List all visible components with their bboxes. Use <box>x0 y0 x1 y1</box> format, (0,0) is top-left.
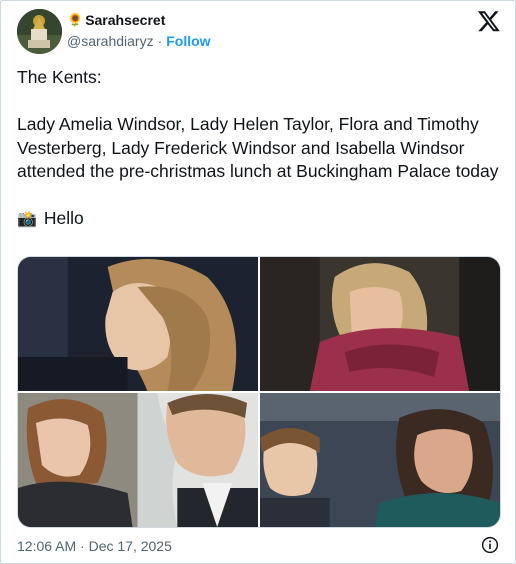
camera-emoji: 📸 <box>17 211 37 228</box>
photo-3-image <box>18 393 258 527</box>
info-icon[interactable] <box>481 536 499 554</box>
handle-row: @sarahdiaryz · Follow <box>67 32 211 50</box>
photo-1-image <box>18 257 258 391</box>
photo-4-image <box>260 393 500 527</box>
photo-4[interactable] <box>260 393 500 527</box>
photo-1[interactable] <box>18 257 258 391</box>
tweet-text: The Kents: Lady Amelia Windsor, Lady Hel… <box>17 66 499 232</box>
tweet-closing: Hello <box>43 208 84 228</box>
tweet-heading: The Kents: <box>17 67 102 87</box>
photo-2-image <box>260 257 500 391</box>
photo-3[interactable] <box>18 393 258 527</box>
avatar-image <box>17 9 62 54</box>
timestamp[interactable]: 12:06 AM · Dec 17, 2025 <box>17 537 172 555</box>
x-logo-icon[interactable] <box>477 9 501 33</box>
tweet-card: 🌻 Sarahsecret @sarahdiaryz · Follow The … <box>0 0 516 564</box>
follow-button[interactable]: Follow <box>166 32 210 50</box>
avatar[interactable] <box>17 9 62 54</box>
photo-2[interactable] <box>260 257 500 391</box>
tweet-closing-line: 📸 Hello <box>17 207 499 232</box>
author-handle[interactable]: @sarahdiaryz <box>67 32 154 50</box>
tweet-body: Lady Amelia Windsor, Lady Helen Taylor, … <box>17 114 499 181</box>
sunflower-emoji: 🌻 <box>67 12 84 27</box>
author-name-row[interactable]: 🌻 Sarahsecret <box>67 11 165 29</box>
media-grid <box>17 256 501 528</box>
display-name[interactable]: Sarahsecret <box>85 11 165 29</box>
separator-dot: · <box>157 33 163 49</box>
